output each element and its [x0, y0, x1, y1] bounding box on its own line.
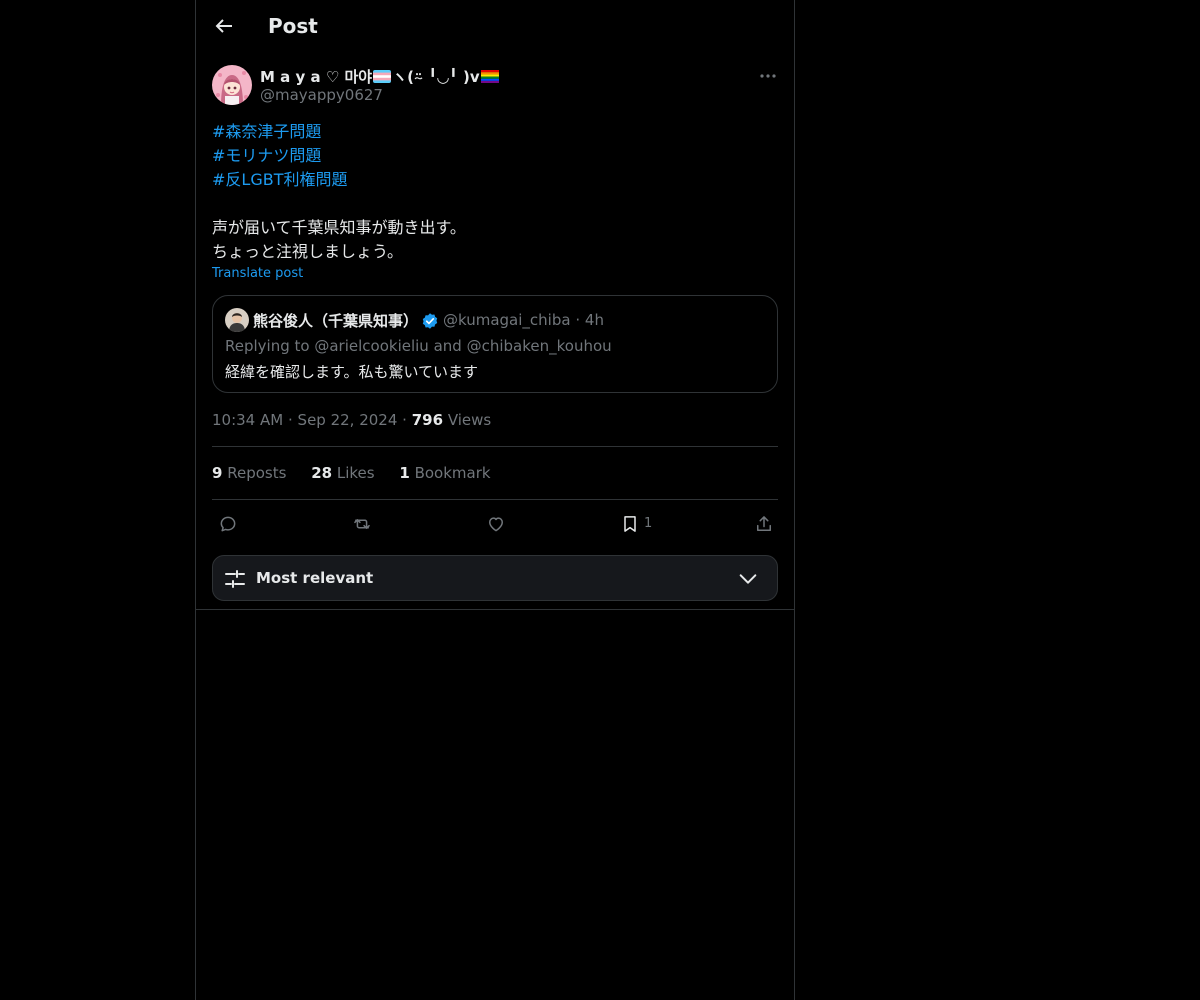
share-icon	[757, 516, 771, 531]
translate-post-link[interactable]: Translate post	[212, 266, 303, 281]
main-column: Post M a y a ♡ 마야 ヽ(⍨ ╹◡╹ )v @mayappy0627…	[195, 0, 795, 1000]
page-header: Post	[196, 0, 794, 53]
verified-badge-icon	[421, 312, 439, 330]
page-title: Post	[268, 14, 318, 38]
replying-to-label: Replying to	[225, 337, 310, 355]
likes-stat[interactable]: 28 Likes	[311, 464, 374, 482]
heart-icon	[489, 517, 503, 532]
author-name-text: M a y a ♡ 마야	[260, 68, 373, 86]
repost-button[interactable]	[350, 512, 374, 536]
reposts-label: Reposts	[227, 464, 287, 482]
bookmark-count: 1	[644, 516, 653, 531]
views-label: Views	[447, 411, 492, 429]
post-date[interactable]: Sep 22, 2024	[298, 411, 398, 429]
divider	[212, 499, 778, 500]
quoted-author-handle: @kumagai_chiba · 4h	[443, 311, 604, 329]
reposts-stat[interactable]: 9 Reposts	[212, 464, 286, 482]
like-button[interactable]	[484, 512, 508, 536]
separator-dot: ·	[287, 411, 293, 429]
hashtag-link[interactable]: #森奈津子問題	[212, 120, 466, 144]
more-button[interactable]	[758, 66, 778, 86]
post-metadata: 10:34 AM · Sep 22, 2024 · 796 Views	[212, 411, 491, 429]
rainbow-flag-icon	[480, 70, 499, 83]
sliders-icon	[225, 570, 245, 588]
sort-label: Most relevant	[256, 569, 374, 587]
back-button[interactable]	[212, 14, 236, 38]
quoted-handle-text: @kumagai_chiba	[443, 311, 571, 329]
mention-link[interactable]: @arielcookieliu	[314, 337, 428, 355]
views-count: 796	[411, 411, 444, 429]
bookmarks-stat[interactable]: 1 Bookmark	[399, 464, 490, 482]
sort-replies-dropdown[interactable]: Most relevant	[212, 555, 778, 601]
author-avatar[interactable]	[212, 65, 252, 105]
quoted-author-avatar	[225, 308, 249, 332]
post-text-line: 声が届いて千葉県知事が動き出す。	[212, 218, 466, 237]
divider	[196, 609, 794, 610]
transgender-flag-icon	[373, 70, 392, 83]
bookmark-button[interactable]	[618, 512, 642, 536]
replying-and-label: and	[433, 337, 462, 355]
more-horizontal-icon	[760, 74, 776, 78]
quoted-post[interactable]: 熊谷俊人（千葉県知事） @kumagai_chiba · 4h Replying…	[212, 295, 778, 393]
author-handle[interactable]: @mayappy0627	[260, 86, 383, 104]
reposts-count: 9	[212, 464, 223, 482]
hashtag-link[interactable]: #モリナツ問題	[212, 144, 466, 168]
replying-to: Replying to @arielcookieliu and @chibake…	[225, 337, 612, 355]
post-body: #森奈津子問題 #モリナツ問題 #反LGBT利権問題 声が届いて千葉県知事が動き…	[212, 120, 466, 264]
bookmarks-label: Bookmark	[414, 464, 491, 482]
separator-dot: ·	[402, 411, 407, 429]
quoted-author-name: 熊谷俊人（千葉県知事）	[253, 312, 419, 330]
author-name[interactable]: M a y a ♡ 마야 ヽ(⍨ ╹◡╹ )v	[260, 66, 500, 87]
quoted-post-text: 経緯を確認します。私も驚いています	[225, 363, 479, 381]
bookmark-icon	[624, 516, 636, 532]
reply-icon	[220, 516, 236, 532]
author-name-kaomoji: ヽ(⍨ ╹◡╹ )v	[392, 68, 480, 86]
repost-icon	[354, 519, 370, 529]
divider	[212, 446, 778, 447]
separator-dot: ·	[575, 311, 581, 329]
chevron-down-icon	[739, 574, 757, 584]
likes-count: 28	[311, 464, 333, 482]
likes-label: Likes	[336, 464, 375, 482]
hashtag-link[interactable]: #反LGBT利権問題	[212, 168, 466, 192]
post-text-line: ちょっと注視しましょう。	[212, 242, 404, 261]
mention-link[interactable]: @chibaken_kouhou	[467, 337, 612, 355]
engagement-stats: 9 Reposts 28 Likes 1 Bookmark	[212, 464, 511, 482]
reply-button[interactable]	[216, 512, 240, 536]
post-time[interactable]: 10:34 AM	[212, 411, 283, 429]
arrow-left-icon	[215, 19, 232, 33]
bookmarks-count: 1	[399, 464, 410, 482]
share-button[interactable]	[752, 512, 776, 536]
quoted-timestamp: 4h	[584, 311, 604, 329]
